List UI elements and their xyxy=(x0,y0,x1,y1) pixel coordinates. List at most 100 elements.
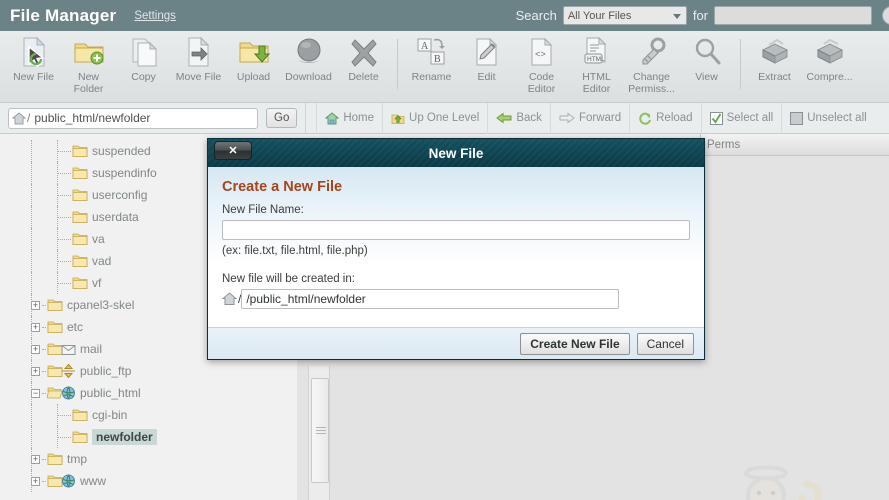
column-header-perms[interactable]: Perms xyxy=(701,134,781,156)
mail-icon xyxy=(61,344,76,355)
toolbar-divider-3 xyxy=(305,102,307,134)
nav-label: Select all xyxy=(726,112,774,124)
toolbar-compress[interactable]: Compre... xyxy=(802,36,857,83)
toolbar-label: Download xyxy=(285,71,332,83)
tree-item-label: mail xyxy=(80,342,103,356)
toolbar-rename[interactable]: A B Rename xyxy=(404,36,459,83)
upload-icon xyxy=(238,36,270,68)
go-button[interactable]: Go xyxy=(266,108,298,128)
toolbar-change-permissions[interactable]: Change Permiss... xyxy=(624,36,679,95)
address-bar: / Go Home Up One Level xyxy=(0,102,889,134)
tree-toggle[interactable]: + xyxy=(31,344,40,354)
toolbar-code-editor[interactable]: <> Code Editor xyxy=(514,36,569,95)
new-file-icon xyxy=(19,36,49,68)
tree-toggle[interactable]: + xyxy=(31,476,40,486)
tree-item-label: va xyxy=(92,232,105,246)
tree-toggle[interactable]: + xyxy=(31,366,40,376)
new-file-name-label: New File Name: xyxy=(222,204,304,216)
tree-item-cgi-bin[interactable]: cgi-bin xyxy=(0,404,297,426)
tree-item-label: public_ftp xyxy=(80,364,132,378)
close-icon[interactable]: ✕ xyxy=(214,141,252,160)
toolbar-move-file[interactable]: Move File xyxy=(171,36,226,83)
tree-item-public_ftp[interactable]: + public_ftp xyxy=(0,360,297,382)
checked-checkbox-icon xyxy=(709,111,723,125)
toolbar-divider-2 xyxy=(740,39,741,89)
nav-reload[interactable]: Reload xyxy=(630,102,702,134)
path-input[interactable] xyxy=(32,110,238,126)
search-label: Search xyxy=(515,8,557,23)
tree-toggle[interactable]: − xyxy=(31,388,40,398)
nav-select-all[interactable]: Select all xyxy=(702,102,783,134)
forward-arrow-icon xyxy=(559,112,575,124)
chevron-down-icon xyxy=(672,13,681,19)
destination-input[interactable] xyxy=(241,289,620,309)
toolbar-delete[interactable]: Delete xyxy=(336,36,391,83)
delete-icon xyxy=(349,36,379,68)
path-input-wrap[interactable]: / xyxy=(8,107,258,129)
tree-item-public_html[interactable]: − public_html xyxy=(0,382,297,404)
tree-item-label: public_html xyxy=(80,386,141,400)
dialog-title-bar: ✕ New File xyxy=(208,139,704,167)
nav-forward[interactable]: Forward xyxy=(551,102,631,134)
toolbar-upload[interactable]: Upload xyxy=(226,36,281,83)
toolbar-label: Upload xyxy=(236,71,271,83)
tree-item-www[interactable]: + www xyxy=(0,470,297,492)
tree-toggle[interactable]: + xyxy=(31,454,40,464)
toolbar-extract[interactable]: Extract xyxy=(747,36,802,83)
tree-item-label: etc xyxy=(67,320,84,334)
tree-item-label: suspended xyxy=(92,144,151,158)
file-name-example-hint: (ex: file.txt, file.html, file.php) xyxy=(222,245,368,257)
unchecked-checkbox-icon xyxy=(790,111,804,125)
cancel-button[interactable]: Cancel xyxy=(636,332,694,355)
toolbar-label: Edit xyxy=(477,71,496,83)
toolbar-new-folder[interactable]: New Folder xyxy=(61,36,116,95)
nav-unselect-all[interactable]: Unselect all xyxy=(782,103,874,134)
tree-toggle[interactable]: + xyxy=(31,300,40,310)
toolbar-view[interactable]: View xyxy=(679,36,734,83)
svg-text:B: B xyxy=(434,54,441,65)
folder-icon xyxy=(72,167,88,179)
move-file-icon xyxy=(185,36,213,68)
tree-toggle[interactable]: + xyxy=(31,322,40,332)
search-area: Search All Your Files for xyxy=(516,0,889,31)
folder-icon xyxy=(72,277,88,289)
rename-icon: A B xyxy=(416,36,448,68)
svg-text:HTML: HTML xyxy=(587,56,605,63)
create-new-file-button[interactable]: Create New File xyxy=(520,332,630,355)
toolbar-download[interactable]: Download xyxy=(281,36,336,83)
vertical-scrollbar[interactable] xyxy=(308,366,330,500)
search-input[interactable] xyxy=(714,6,872,25)
tree-item-label: vad xyxy=(92,254,112,268)
html-editor-icon: HTML xyxy=(582,36,612,68)
nav-home[interactable]: Home xyxy=(316,102,384,134)
tree-item-tmp[interactable]: + tmp xyxy=(0,448,297,470)
nav-back[interactable]: Back xyxy=(488,102,551,134)
toolbar-edit[interactable]: Edit xyxy=(459,36,514,83)
scrollbar-grip-icon xyxy=(316,427,326,435)
home-icon xyxy=(325,111,340,124)
page-title: File Manager xyxy=(10,5,117,25)
folder-icon xyxy=(72,255,88,267)
path-slash: / xyxy=(27,111,31,125)
folder-icon xyxy=(72,233,88,245)
nav-up-one-level[interactable]: Up One Level xyxy=(383,102,489,134)
ftp-arrows-icon xyxy=(62,364,75,378)
toolbar-label: New Folder xyxy=(73,71,104,95)
toolbar-copy[interactable]: Copy xyxy=(116,36,171,83)
toolbar-divider xyxy=(397,39,398,89)
toolbar-html-editor[interactable]: HTML HTML Editor xyxy=(569,36,624,95)
back-arrow-icon xyxy=(496,112,512,124)
toolbar-new-file[interactable]: New File xyxy=(6,36,61,83)
tree-item-label: cgi-bin xyxy=(92,408,128,422)
tree-item-newfolder[interactable]: newfolder xyxy=(0,426,297,448)
dialog-title: New File xyxy=(428,145,484,161)
view-icon xyxy=(692,36,722,68)
settings-link[interactable]: Settings xyxy=(134,10,176,22)
nav-label: Up One Level xyxy=(409,112,480,124)
tree-item-label: tmp xyxy=(67,452,88,466)
search-go-button[interactable] xyxy=(882,6,889,25)
search-scope-select[interactable]: All Your Files xyxy=(562,6,687,25)
file-manager-app: File Manager Settings Search All Your Fi… xyxy=(0,0,889,500)
new-file-name-input[interactable] xyxy=(222,220,690,240)
scrollbar-thumb[interactable] xyxy=(311,378,329,483)
